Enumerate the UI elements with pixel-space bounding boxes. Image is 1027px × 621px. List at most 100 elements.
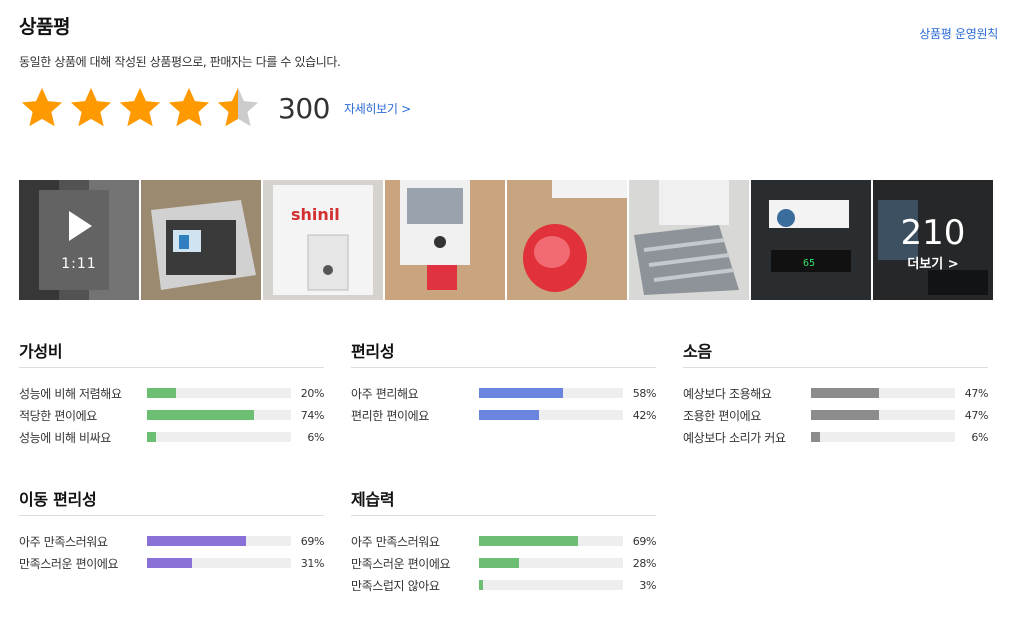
row-percent: 6% [971,430,988,444]
star-icon [119,87,161,127]
star-rating [19,85,264,131]
rating-row: 예상보다 소리가 커요 6% [683,426,988,448]
rating-row: 아주 편리해요 58% [351,382,656,404]
row-label: 예상보다 소리가 커요 [683,430,786,445]
bar-fill [147,432,156,442]
bar-track [147,388,291,398]
row-percent: 69% [300,534,325,548]
bar-track [147,410,291,420]
section-title: 이동 편리성 [19,486,324,516]
bar-fill [147,558,192,568]
rating-row: 적당한 편이에요 74% [19,404,324,426]
review-photo[interactable] [141,180,261,300]
section-title: 편리성 [351,338,656,368]
play-icon [69,211,92,241]
rating-row: 아주 만족스러워요 69% [351,530,656,552]
bar-fill [479,580,484,590]
review-count: 300 [278,91,330,125]
bar-fill [147,536,247,546]
section-noise: 소음 예상보다 조용해요 47% 조용한 편이에요 47% 예상보다 소리가 커… [683,338,988,448]
bar-track [811,410,955,420]
bar-track [479,388,623,398]
star-icon [70,87,112,127]
review-photo[interactable]: 65 [751,180,871,300]
row-percent: 69% [632,534,657,548]
svg-text:shinil: shinil [291,205,340,224]
rating-row: 성능에 비해 비싸요 6% [19,426,324,448]
section-title: 제습력 [351,486,656,516]
bar-track [147,536,291,546]
row-percent: 47% [964,408,989,422]
bar-track [147,558,291,568]
review-photo[interactable] [629,180,749,300]
section-title: 가성비 [19,338,324,368]
rating-row: 예상보다 조용해요 47% [683,382,988,404]
rating-row: 성능에 비해 저렴해요 20% [19,382,324,404]
bar-fill [479,388,563,398]
row-label: 만족스럽지 않아요 [351,578,440,593]
bar-fill [811,410,879,420]
bar-track [479,410,623,420]
row-percent: 42% [632,408,657,422]
photo-gallery: 1:11 shinil 65 210 더보기 > [19,180,993,300]
section-mobility: 이동 편리성 아주 만족스러워요 69% 만족스러운 편이에요 31% [19,486,324,574]
section-title: 소음 [683,338,988,368]
section-dehumidifying: 제습력 아주 만족스러워요 69% 만족스러운 편이에요 28% 만족스럽지 않… [351,486,656,596]
row-label: 편리한 편이에요 [351,408,429,423]
row-percent: 58% [632,386,657,400]
row-label: 조용한 편이에요 [683,408,761,423]
bar-track [479,580,623,590]
row-percent: 20% [300,386,325,400]
rating-row: 편리한 편이에요 42% [351,404,656,426]
section-value: 가성비 성능에 비해 저렴해요 20% 적당한 편이에요 74% 성능에 비해 … [19,338,324,448]
section-convenience: 편리성 아주 편리해요 58% 편리한 편이에요 42% [351,338,656,426]
bar-track [479,558,623,568]
bar-fill [479,410,540,420]
rating-row: 만족스러운 편이에요 31% [19,552,324,574]
half-star-icon [217,87,259,127]
review-notice: 동일한 상품에 대해 작성된 상품평으로, 판매자는 다를 수 있습니다. [19,55,341,69]
video-thumbnail[interactable]: 1:11 [19,180,139,300]
bar-fill [147,410,254,420]
row-percent: 47% [964,386,989,400]
rating-row: 조용한 편이에요 47% [683,404,988,426]
rating-row: 만족스럽지 않아요 3% [351,574,656,596]
svg-text:65: 65 [803,258,815,269]
star-icon [21,87,63,127]
row-label: 성능에 비해 저렴해요 [19,386,122,401]
video-duration: 1:11 [61,256,97,272]
row-label: 예상보다 조용해요 [683,386,772,401]
row-label: 적당한 편이에요 [19,408,97,423]
bar-track [479,536,623,546]
bar-track [147,432,291,442]
review-photo[interactable] [507,180,627,300]
bar-fill [811,388,879,398]
star-icon [168,87,210,127]
row-percent: 28% [632,556,657,570]
see-details-link[interactable]: 자세히보기 > [344,100,411,117]
row-percent: 31% [300,556,325,570]
rating-row: 만족스러운 편이에요 28% [351,552,656,574]
more-label: 더보기 > [907,257,959,272]
more-photos-button[interactable]: 210 더보기 > [873,180,993,300]
row-label: 만족스러운 편이에요 [19,556,119,571]
more-photo-count: 210 [900,213,966,253]
row-label: 아주 만족스러워요 [351,534,440,549]
row-label: 아주 만족스러워요 [19,534,108,549]
review-photo[interactable]: shinil [263,180,383,300]
row-percent: 74% [300,408,325,422]
row-percent: 6% [307,430,324,444]
row-percent: 3% [639,578,656,592]
rating-row: 아주 만족스러워요 69% [19,530,324,552]
row-label: 성능에 비해 비싸요 [19,430,111,445]
bar-fill [147,388,176,398]
review-photo[interactable] [385,180,505,300]
page-title: 상품평 [19,16,70,38]
bar-track [811,388,955,398]
rating-summary: 300 자세히보기 > [19,84,411,132]
bar-fill [811,432,820,442]
review-policy-link[interactable]: 상품평 운영원칙 [919,25,998,42]
row-label: 만족스러운 편이에요 [351,556,451,571]
bar-track [811,432,955,442]
row-label: 아주 편리해요 [351,386,419,401]
